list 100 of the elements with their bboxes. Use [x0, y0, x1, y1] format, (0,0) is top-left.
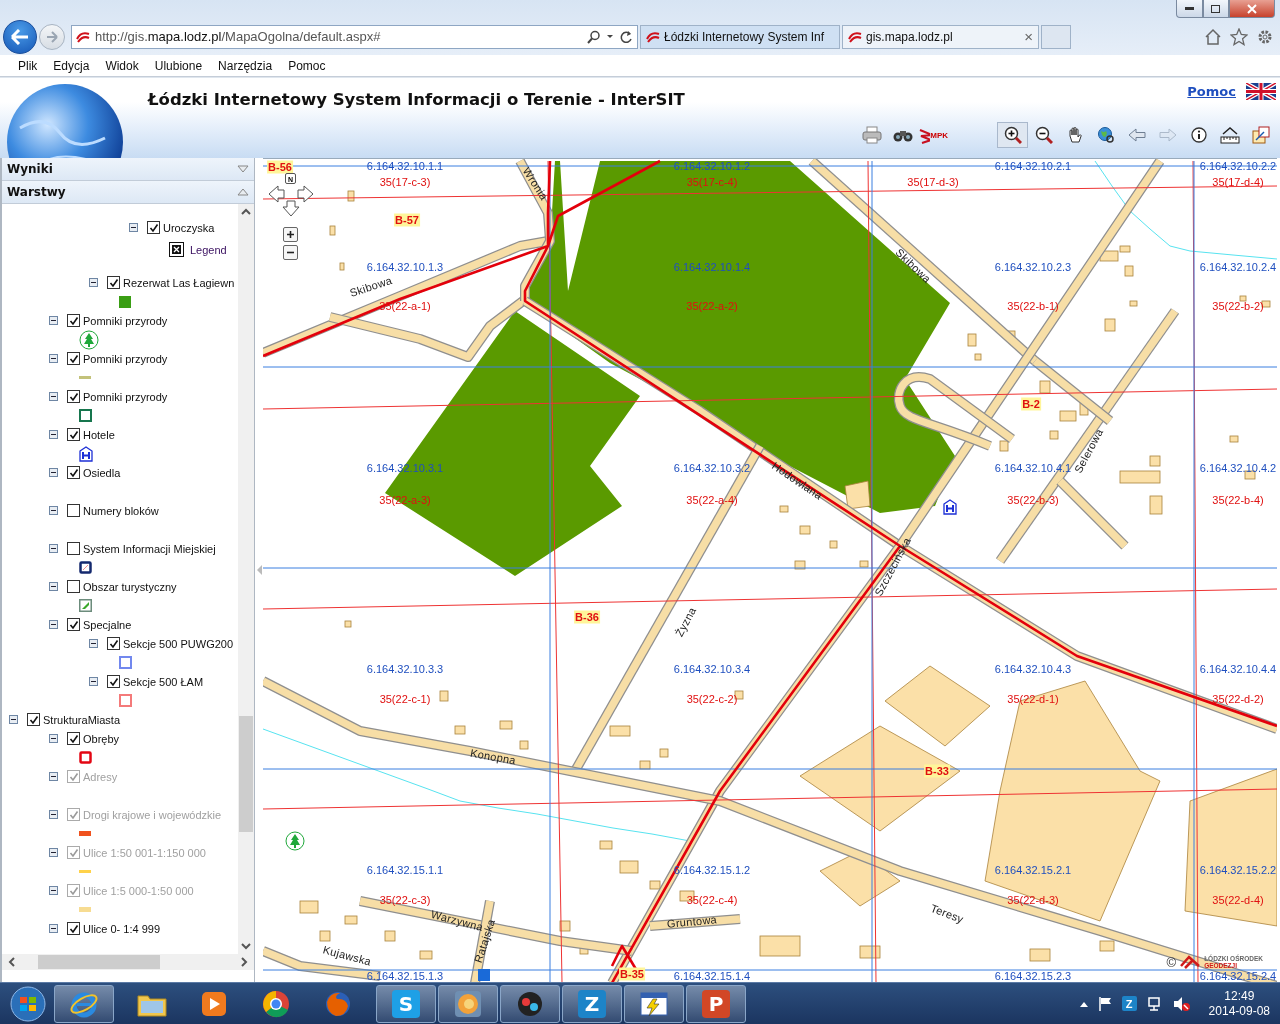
- layer-label: Ulice 1:50 001-1:150 000: [83, 846, 206, 859]
- flag-icon[interactable]: [1097, 996, 1112, 1011]
- vertical-scrollbar[interactable]: [238, 204, 254, 954]
- scroll-thumb[interactable]: [239, 716, 253, 832]
- collapse-toggle[interactable]: [9, 715, 18, 724]
- minimize-icon: [1185, 7, 1194, 10]
- address-field[interactable]: http://gis.mapa.lodz.pl/MapaOgolna/default.aspx#: [71, 24, 638, 49]
- taskbar-button[interactable]: [624, 984, 684, 1023]
- minimize-button[interactable]: [1176, 0, 1203, 18]
- back-button[interactable]: [3, 19, 37, 54]
- checkbox[interactable]: [67, 504, 80, 517]
- checkbox[interactable]: [67, 428, 80, 441]
- globe-search-icon: [1096, 126, 1115, 144]
- menu-item[interactable]: Pomoc: [280, 58, 334, 73]
- building: [1239, 295, 1247, 302]
- collapse-toggle[interactable]: [129, 223, 138, 232]
- sheet-number: 35(22-d-1): [1007, 692, 1059, 706]
- collapse-toggle[interactable]: [49, 506, 58, 515]
- building: [1229, 435, 1239, 443]
- tool-button[interactable]: [997, 122, 1028, 148]
- legend-link[interactable]: Legend: [190, 243, 227, 256]
- building: [599, 840, 613, 850]
- checkbox[interactable]: [67, 542, 80, 555]
- scroll-down-icon[interactable]: [241, 943, 251, 950]
- checkbox[interactable]: [107, 675, 120, 688]
- collapse-toggle[interactable]: [49, 924, 58, 933]
- building: [1149, 455, 1161, 467]
- parcel-number: 6.164.32.10.4.3: [994, 662, 1072, 676]
- layer-label: Pomniki przyrody: [83, 314, 168, 327]
- caret-icon[interactable]: [1079, 1000, 1088, 1007]
- hotel-icon: [943, 499, 957, 515]
- menu-item[interactable]: Edycja: [45, 58, 98, 73]
- taskbar-button[interactable]: P: [686, 984, 746, 1023]
- building: [639, 760, 651, 770]
- collapse-toggle[interactable]: [49, 582, 58, 591]
- menu-item[interactable]: Narzędzia: [210, 58, 281, 73]
- help-link[interactable]: Pomoc: [1187, 84, 1236, 99]
- building: [759, 935, 801, 957]
- scroll-thumb[interactable]: [38, 955, 160, 969]
- menu-item[interactable]: Plik: [10, 58, 46, 73]
- zoom-out-button[interactable]: [283, 245, 298, 260]
- taskbar-button[interactable]: [500, 984, 560, 1023]
- network-icon[interactable]: [1146, 995, 1163, 1012]
- collapse-toggle[interactable]: [49, 316, 58, 325]
- browser-tab[interactable]: Łódzki Internetowy System Inf: [640, 24, 840, 49]
- close-icon: [1247, 3, 1257, 14]
- stream-line: [394, 776, 429, 790]
- parcel-number: 6.164.32.10.3.2: [673, 461, 751, 475]
- taskbar-button[interactable]: Z: [562, 984, 622, 1023]
- zoom-in-button[interactable]: [283, 227, 298, 242]
- menu-item[interactable]: Ulubione: [146, 58, 211, 73]
- taskbar-button[interactable]: [54, 984, 114, 1023]
- checkbox[interactable]: [67, 618, 80, 631]
- building: [779, 505, 789, 513]
- close-button[interactable]: [1229, 0, 1275, 18]
- collapse-toggle[interactable]: [89, 278, 98, 287]
- checkbox[interactable]: [67, 732, 80, 745]
- panel-header[interactable]: Warstwy: [2, 181, 254, 204]
- tray-app-icon[interactable]: Z: [1121, 996, 1137, 1011]
- parcel-number: 6.164.32.15.2.1: [994, 863, 1072, 877]
- collapse-toggle[interactable]: [89, 677, 98, 686]
- checkbox[interactable]: [147, 221, 160, 234]
- panel-header[interactable]: Wyniki: [2, 158, 254, 181]
- checkbox[interactable]: [67, 390, 80, 403]
- logo-button[interactable]: MPK: [918, 122, 949, 148]
- checkbox[interactable]: [67, 922, 80, 935]
- browser-tab[interactable]: gis.mapa.lodz.pl ×: [842, 24, 1039, 49]
- checkbox[interactable]: [67, 466, 80, 479]
- building: [659, 748, 669, 758]
- collapse-toggle[interactable]: [49, 468, 58, 477]
- forward-arrow-icon: [46, 30, 58, 43]
- flag-icon[interactable]: [1246, 83, 1276, 100]
- speaker-muted-icon[interactable]: [1172, 995, 1191, 1012]
- sheet-number: 35(22-b-4): [1212, 493, 1264, 507]
- checkbox[interactable]: [67, 314, 80, 327]
- parcel-number: 6.164.32.15.2.2: [1199, 863, 1277, 877]
- taskbar-button[interactable]: [438, 984, 498, 1023]
- checkbox[interactable]: [107, 637, 120, 650]
- info-icon: [1190, 127, 1207, 143]
- building: [967, 333, 977, 347]
- building: [649, 880, 661, 890]
- menu-item[interactable]: Widok: [97, 58, 147, 73]
- checkbox[interactable]: [27, 713, 40, 726]
- checkbox[interactable]: [67, 352, 80, 365]
- collapse-toggle[interactable]: [49, 620, 58, 629]
- collapse-toggle[interactable]: [49, 354, 58, 363]
- collapse-toggle[interactable]: [49, 734, 58, 743]
- collapse-toggle[interactable]: [49, 392, 58, 401]
- scroll-up-icon[interactable]: [241, 208, 251, 215]
- app-letter-icon: S: [392, 989, 420, 1018]
- maximize-button[interactable]: [1203, 0, 1229, 18]
- collapse-toggle[interactable]: [89, 639, 98, 648]
- checkbox[interactable]: [107, 276, 120, 289]
- scroll-right-icon[interactable]: [241, 957, 248, 967]
- horizontal-scrollbar[interactable]: [2, 954, 254, 970]
- checkbox[interactable]: [67, 580, 80, 593]
- collapse-toggle[interactable]: [49, 544, 58, 553]
- sheet-number: 35(22-b-3): [1007, 493, 1059, 507]
- collapse-toggle[interactable]: [49, 430, 58, 439]
- scroll-left-icon[interactable]: [8, 957, 15, 967]
